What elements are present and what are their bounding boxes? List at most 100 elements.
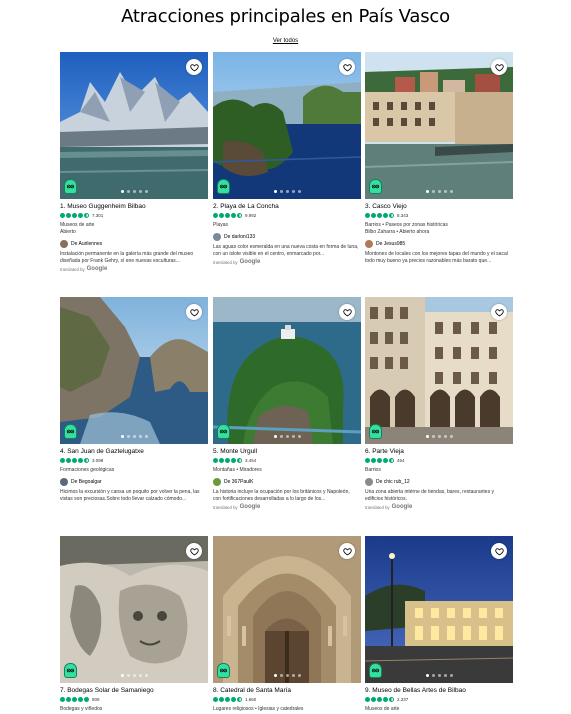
casco-viejo-photo[interactable] [365,52,513,199]
concha-photo-image [213,52,361,199]
attraction-name[interactable]: 1. Museo Guggenheim Bilbao [60,202,208,211]
review-count: 3.454 [245,457,257,463]
review-count: 454 [397,457,405,463]
attraction-name[interactable]: 9. Museo de Bellas Artes de Bilbao [365,686,513,695]
rating-bubble [219,457,224,463]
rating-row: 9.992 [213,211,361,219]
heart-icon[interactable] [186,543,202,559]
carousel-dots[interactable] [60,674,208,677]
rating-bubble [225,696,230,702]
review-author[interactable]: De Aurilennes [60,239,208,248]
see-all-link[interactable]: Ver todos [0,38,571,44]
attraction-name[interactable]: 4. San Juan de Gaztelugatxe [60,447,208,456]
review-snippet: La historia incluye la ocupación por los… [213,489,350,502]
bellas-artes-photo[interactable] [365,536,513,683]
rating-bubbles-icon [60,457,89,463]
rating-bubble [219,212,224,218]
review-snippet: Las aguas color esmeralda en una nueva c… [213,244,359,257]
review-author[interactable]: De darloni133 [213,232,361,241]
rating-row: 3.454 [213,456,361,464]
gaztelugatxe-photo[interactable] [60,297,208,444]
carousel-dots[interactable] [60,435,208,438]
carousel-dots[interactable] [365,190,513,193]
attraction-card-6[interactable]: 6. Parte Vieja 454 Barrios De chic rub_1… [365,297,513,510]
samaniego-photo[interactable] [60,536,208,683]
bellas-artes-photo-image [365,536,513,683]
review-author[interactable]: De 367PaulK [213,477,361,486]
attraction-name[interactable]: 5. Monte Urgull [213,447,361,456]
attraction-name[interactable]: 3. Casco Viejo [365,202,513,211]
rating-bubble [383,696,388,702]
attraction-card-9[interactable]: 9. Museo de Bellas Artes de Bilbao 2.337… [365,536,513,713]
attraction-name[interactable]: 2. Playa de La Concha [213,202,361,211]
google-logo: Google [86,266,108,273]
parte-vieja-photo[interactable] [365,297,513,444]
casco-viejo-photo-image [365,52,513,199]
rating-bubble [78,696,83,702]
attraction-category: Museos de arte [365,706,400,712]
review-count: 8.343 [397,212,409,218]
attraction-category: Barrios • Paseos por zonas históricas [365,222,448,228]
rating-bubbles-icon [365,457,394,463]
heart-icon[interactable] [186,59,202,75]
rating-row: 1.660 [213,695,361,703]
attraction-category: Museos de arte [60,222,95,228]
concha-photo[interactable] [213,52,361,199]
rating-bubble [237,212,242,218]
rating-bubble [371,457,376,463]
carousel-dots[interactable] [213,674,361,677]
heart-icon[interactable] [339,59,355,75]
attraction-status: Abierto [60,229,76,235]
attraction-card-5[interactable]: 5. Monte Urgull 3.454 Montañas • Mirador… [213,297,361,510]
heart-icon[interactable] [491,59,507,75]
urgull-photo[interactable] [213,297,361,444]
rating-bubble [84,457,89,463]
translated-label: translated by [365,504,390,510]
carousel-dots[interactable] [60,190,208,193]
attraction-card-8[interactable]: 8. Catedral de Santa María 1.660 Lugares… [213,536,361,713]
rating-bubble [213,696,218,702]
attraction-name[interactable]: 7. Bodegas Solar de Samaniego [60,686,208,695]
santa-maria-photo[interactable] [213,536,361,683]
attraction-name[interactable]: 6. Parte Vieja [365,447,513,456]
attraction-card-7[interactable]: 7. Bodegas Solar de Samaniego 809 Bodega… [60,536,208,713]
guggenheim-photo-image [60,52,208,199]
heart-icon[interactable] [491,304,507,320]
rating-bubble [237,696,242,702]
heart-icon[interactable] [339,543,355,559]
review-count: 809 [92,696,100,702]
carousel-dots[interactable] [365,435,513,438]
heart-icon[interactable] [339,304,355,320]
review-author[interactable]: De chic rub_12 [365,477,513,486]
rating-bubble [84,696,89,702]
parte-vieja-photo-image [365,297,513,444]
attraction-card-3[interactable]: 3. Casco Viejo 8.343 Barrios • Paseos po… [365,52,513,264]
review-count: 1.660 [245,696,257,702]
attraction-card-1[interactable]: 1. Museo Guggenheim Bilbao 7.301 Museos … [60,52,208,272]
attraction-category: Playas [213,222,229,228]
attraction-card-4[interactable]: 4. San Juan de Gaztelugatxe 3.098 Formac… [60,297,208,502]
rating-bubble [66,212,71,218]
urgull-photo-image [213,297,361,444]
heart-icon[interactable] [491,543,507,559]
avatar [365,477,373,486]
rating-bubble [383,457,388,463]
guggenheim-photo[interactable] [60,52,208,199]
attraction-name[interactable]: 8. Catedral de Santa María [213,686,361,695]
rating-row: 454 [365,456,513,464]
review-author[interactable]: De Begoalgar [60,477,208,486]
carousel-dots[interactable] [365,674,513,677]
avatar [60,239,68,248]
attraction-card-2[interactable]: 2. Playa de La Concha 9.992 Playas De da… [213,52,361,265]
carousel-dots[interactable] [213,190,361,193]
google-logo: Google [239,259,261,266]
carousel-dots[interactable] [213,435,361,438]
review-author[interactable]: De Jesus985 [365,239,513,248]
rating-bubbles-icon [60,212,89,218]
rating-bubble [60,696,65,702]
heart-icon[interactable] [186,304,202,320]
attraction-status: Bilbo Zaharra • Abierto ahora [365,229,430,235]
rating-bubble [377,457,382,463]
rating-bubble [389,457,394,463]
translated-by-google: translated by Google [213,259,361,265]
